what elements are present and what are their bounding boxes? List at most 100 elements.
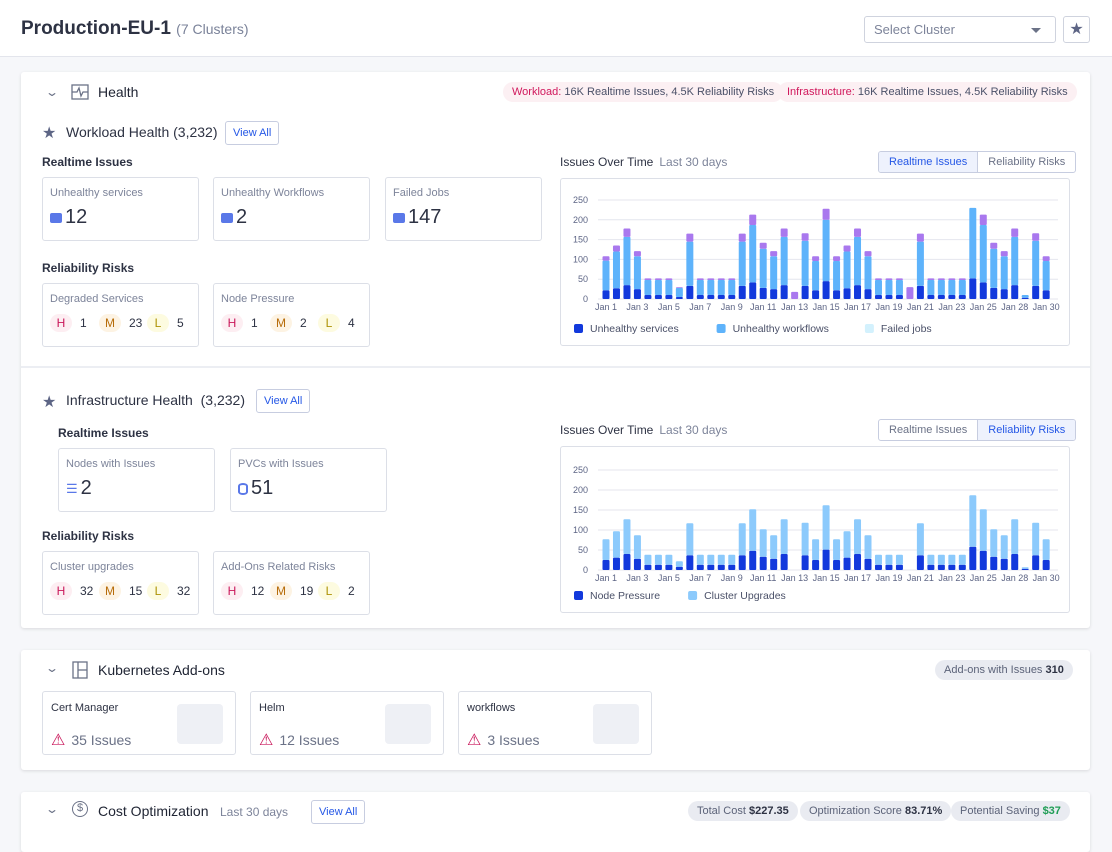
bar-segment-unhealthy-services: [854, 285, 862, 299]
toggle-realtime-issues[interactable]: Realtime Issues: [879, 420, 977, 440]
addon-card-helm[interactable]: Helm ⚠ 12 Issues: [250, 691, 444, 755]
workload-view-all-button[interactable]: View All: [225, 121, 280, 145]
legend-swatch: [574, 591, 583, 600]
x-tick-label: Jan 23: [938, 302, 965, 312]
pill-value: 310: [1045, 664, 1064, 676]
chevron-down-icon[interactable]: ⌄: [45, 802, 59, 816]
infrastructure-health-title: Infrastructure Health (3,232): [66, 392, 245, 408]
bar-segment-unhealthy-services: [770, 289, 778, 299]
cluster-upgrades-card[interactable]: Cluster upgrades H 32 M 15 L 32: [42, 551, 199, 615]
legend-label: Node Pressure: [590, 590, 660, 602]
bar-segment-cluster-upgrades: [990, 529, 998, 557]
addon-name: Helm: [259, 702, 285, 714]
bar-segment-unhealthy-workflows: [990, 248, 998, 288]
bar-segment-extra: [916, 233, 924, 242]
toggle-reliability-risks[interactable]: Reliability Risks: [977, 152, 1075, 172]
bar-segment-extra: [906, 287, 914, 299]
bar-segment-cluster-upgrades: [780, 519, 788, 554]
bar-segment-node-pressure: [937, 564, 945, 570]
medium-count: 2: [300, 316, 307, 330]
pill-text: 16K Realtime Issues, 4.5K Reliability Ri…: [854, 86, 1068, 98]
bar-segment-extra: [885, 278, 893, 280]
toggle-reliability-risks[interactable]: Reliability Risks: [977, 420, 1076, 440]
bar-segment-cluster-upgrades: [885, 554, 893, 565]
addons-related-risks-card[interactable]: Add-Ons Related Risks H 12 M 19 L2: [213, 551, 370, 615]
x-tick-label: Jan 1: [595, 573, 617, 583]
medium-badge: M: [270, 582, 292, 600]
medium-count: 15: [129, 584, 143, 598]
legend-swatch: [688, 591, 698, 600]
bar-segment-unhealthy-workflows: [633, 256, 641, 290]
unhealthy-workflows-card[interactable]: Unhealthy Workflows 2: [213, 177, 370, 241]
bar-segment-unhealthy-workflows: [874, 279, 882, 296]
bar-segment-extra: [707, 278, 715, 280]
addon-card-workflows[interactable]: workflows ⚠ 3 Issues: [458, 691, 652, 755]
degraded-services-card[interactable]: Degraded Services H1 M 23 L5: [42, 283, 199, 347]
bar-segment-cluster-upgrades: [969, 495, 977, 547]
addon-settings-icon: [177, 704, 223, 744]
bar-segment-node-pressure: [707, 564, 715, 570]
low-count: 32: [177, 584, 191, 598]
x-tick-label: Jan 25: [970, 302, 997, 312]
bar-segment-node-pressure: [958, 564, 966, 570]
x-tick-label: Jan 23: [938, 573, 965, 583]
legend-label: Cluster Upgrades: [704, 590, 786, 602]
bar-segment-extra: [854, 228, 862, 237]
cluster-select[interactable]: Select Cluster: [864, 16, 1056, 43]
workflow-icon: [221, 212, 233, 223]
pvcs-with-issues-card[interactable]: PVCs with Issues 51: [230, 448, 387, 512]
high-count: 1: [80, 316, 87, 330]
favorite-button[interactable]: ★: [1063, 16, 1090, 43]
bar-segment-extra: [602, 256, 610, 261]
failed-jobs-card[interactable]: Failed Jobs 147: [385, 177, 542, 241]
node-pressure-card[interactable]: Node Pressure H1 M2 L4: [213, 283, 370, 347]
unhealthy-services-card[interactable]: Unhealthy services 12: [42, 177, 199, 241]
y-tick-label: 50: [578, 545, 588, 555]
bar-segment-unhealthy-workflows: [854, 236, 862, 286]
bar-segment-node-pressure: [728, 564, 736, 570]
bar-segment-unhealthy-services: [675, 297, 683, 299]
bar-segment-unhealthy-services: [696, 295, 704, 299]
bar-segment-node-pressure: [1042, 560, 1050, 570]
medium-count: 19: [300, 584, 314, 598]
bar-segment-cluster-upgrades: [633, 535, 641, 559]
infrastructure-view-all-button[interactable]: View All: [256, 389, 311, 413]
warning-icon: ⚠: [51, 732, 66, 749]
y-tick-label: 150: [573, 235, 588, 245]
x-tick-label: Jan 19: [875, 573, 902, 583]
bar-segment-cluster-upgrades: [801, 522, 809, 556]
legend-label: Unhealthy services: [590, 323, 679, 335]
title-text: Infrastructure Health: [66, 392, 193, 408]
bar-segment-unhealthy-services: [738, 285, 746, 299]
chevron-down-icon[interactable]: ⌄: [45, 661, 59, 675]
bar-segment-unhealthy-services: [780, 285, 788, 299]
bar-segment-cluster-upgrades: [707, 554, 715, 565]
reliability-risks-label: Reliability Risks: [42, 529, 135, 543]
bar-segment-unhealthy-workflows: [1000, 256, 1008, 290]
metric-value: 51: [251, 477, 274, 499]
severity-medium: M 23: [99, 314, 142, 332]
bar-segment-cluster-upgrades: [864, 535, 872, 559]
bar-segment-extra: [728, 278, 736, 280]
cost-view-all-button[interactable]: View All: [311, 800, 366, 824]
nodes-with-issues-card[interactable]: Nodes with Issues ☰ 2: [58, 448, 215, 512]
bar-segment-unhealthy-workflows: [1011, 236, 1019, 286]
x-tick-label: Jan 5: [658, 302, 680, 312]
low-count: 5: [177, 316, 184, 330]
chevron-down-icon[interactable]: ⌄: [45, 85, 59, 99]
bar-segment-unhealthy-workflows: [780, 236, 788, 286]
pill-label: Optimization Score: [809, 805, 902, 817]
y-tick-label: 0: [583, 565, 588, 575]
bar-segment-unhealthy-services: [654, 295, 662, 299]
y-tick-label: 100: [573, 254, 588, 264]
high-count: 1: [251, 316, 258, 330]
addon-card-cert-manager[interactable]: Cert Manager ⚠ 35 Issues: [42, 691, 236, 755]
bar-segment-node-pressure: [874, 564, 882, 570]
toggle-realtime-issues[interactable]: Realtime Issues: [879, 152, 978, 172]
section-divider: [21, 366, 1090, 368]
bar-segment-node-pressure: [759, 556, 767, 570]
bar-segment-extra: [770, 251, 778, 257]
bar-segment-cluster-upgrades: [728, 554, 736, 565]
bar-segment-extra: [686, 233, 694, 242]
bar-segment-cluster-upgrades: [958, 554, 966, 565]
